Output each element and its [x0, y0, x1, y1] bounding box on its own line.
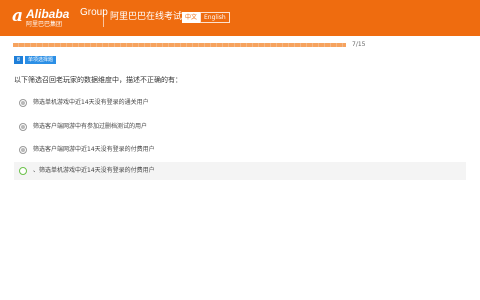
question-type-label: 单项选择题 — [25, 56, 57, 64]
logo-wordmark: Alibaba — [26, 7, 70, 21]
question-type-badge: 8 单项选择题 — [14, 56, 57, 64]
alibaba-group-logo[interactable]: a Alibaba Group 阿里巴巴集团 — [12, 6, 112, 30]
radio-dot — [21, 125, 25, 129]
answer-option-3[interactable]: 筛选客户端网游中近14天没有登录的付费用户 — [14, 141, 466, 159]
alibaba-logo-mark: a — [12, 6, 24, 26]
language-chinese-button[interactable]: 中文 — [182, 12, 201, 23]
logo-chinese-text: 阿里巴巴集团 — [26, 21, 63, 28]
exam-progress-bar — [13, 43, 346, 47]
question-counter: 7/15 — [352, 41, 366, 48]
radio-button[interactable] — [19, 123, 27, 131]
answer-option-label: 筛选客户端网游中有参加过删档测试的用户 — [33, 123, 148, 130]
radio-button[interactable] — [19, 146, 27, 154]
radio-button[interactable] — [19, 167, 27, 175]
language-english-button[interactable]: English — [200, 12, 230, 23]
language-switcher: 中文 English — [182, 12, 230, 23]
answer-option-label: 、筛选单机游戏中近14天没有登录的付费用户 — [33, 167, 155, 174]
header-divider — [103, 9, 104, 27]
answer-option-label: 筛选单机游戏中近14天没有登录的通关用户 — [33, 99, 149, 106]
radio-dot — [21, 101, 25, 105]
question-prompt: 以下筛选召回老玩家的数据维度中，描述不正确的有： — [14, 76, 182, 84]
radio-dot — [21, 148, 25, 152]
answer-option-4[interactable]: 、筛选单机游戏中近14天没有登录的付费用户 — [14, 162, 466, 180]
answer-option-label: 筛选客户端网游中近14天没有登录的付费用户 — [33, 146, 155, 153]
question-number: 8 — [14, 56, 23, 64]
radio-button[interactable] — [19, 99, 27, 107]
top-header: a Alibaba Group 阿里巴巴集团 阿里巴巴在线考试 中文 Engli… — [0, 0, 480, 36]
answer-option-1[interactable]: 筛选单机游戏中近14天没有登录的通关用户 — [14, 94, 466, 112]
radio-dot — [21, 169, 25, 173]
app-title: 阿里巴巴在线考试 — [110, 12, 183, 22]
answer-option-2[interactable]: 筛选客户端网游中有参加过删档测试的用户 — [14, 118, 466, 136]
